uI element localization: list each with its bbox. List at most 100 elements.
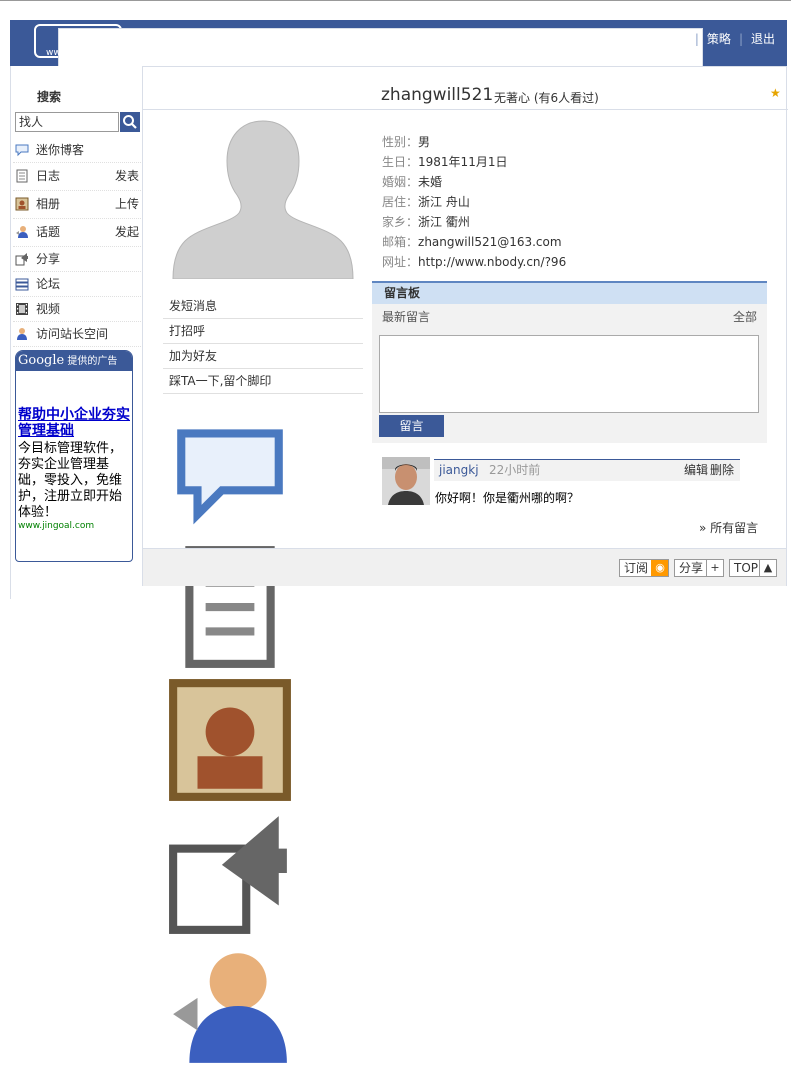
arrow-up-icon: ▲ (759, 560, 776, 576)
info-key: 家乡： (382, 215, 419, 229)
plus-icon: + (706, 560, 723, 576)
message-board-subheader: 最新留言 全部 (382, 307, 757, 327)
user-icon (17, 328, 27, 340)
sidebar-item-blog[interactable]: 日志 发表 (13, 163, 141, 191)
sidebar-item-action[interactable]: 发表 (115, 163, 139, 190)
settings-link[interactable]: 设置 (663, 30, 687, 47)
profile-actions: 发短消息 打招呼 加为好友 踩TA一下,留个脚印 (163, 294, 363, 394)
sidebar-item-label: 访问站长空间 (36, 327, 109, 341)
info-row-gender: 性别：男 (382, 132, 566, 152)
main-footer: 订阅 ◉ 分享 + TOP ▲ (143, 548, 786, 586)
ad-body-text: 今目标管理软件，夯实企业管理基础，零投入，免维护，注册立即开始体验！ (18, 441, 123, 520)
policy-link[interactable]: 策略 (707, 30, 731, 47)
profile-title-row: zhangwill521 无著心 (有6人看过) ★ (143, 79, 788, 110)
info-key: 婚姻： (382, 175, 419, 189)
info-key: 居住： (382, 195, 419, 209)
search-button[interactable] (120, 112, 140, 132)
logout-link[interactable]: 退出 (751, 30, 775, 47)
forum-icon (15, 278, 29, 291)
info-value: 1981年11月1日 (418, 155, 508, 169)
site-logo[interactable]: N 网 www.nbody.cn (34, 24, 703, 548)
edit-comment-link[interactable]: 编辑 (684, 460, 708, 480)
info-value[interactable]: http://www.nbody.cn/?96 (418, 255, 566, 269)
profile-info: 性别：男 生日：1981年11月1日 婚姻：未婚 居住：浙江 舟山 家乡：浙江 … (382, 132, 566, 272)
speech-bubble-icon[interactable] (165, 409, 295, 539)
nav-profile[interactable]: 个人主页 (196, 20, 252, 66)
subscribe-label: 订阅 (624, 561, 649, 575)
share-icon[interactable] (165, 808, 295, 938)
info-value[interactable]: zhangwill521@163.com (418, 235, 562, 249)
sidebar-item-miniblog[interactable]: 迷你博客 (13, 138, 141, 163)
profile-motto: 无著心 (有6人看过) (494, 91, 599, 105)
sidebar-item-label: 分享 (36, 252, 61, 266)
greet-link[interactable]: 打招呼 (163, 319, 363, 344)
info-row-birthday: 生日：1981年11月1日 (382, 152, 566, 172)
topic-person-icon[interactable] (165, 941, 295, 1071)
logo-sub-text: www.nbody.cn (46, 48, 111, 58)
sidebar-item-label: 迷你博客 (36, 143, 85, 157)
info-value: 男 (418, 135, 431, 149)
sidebar-item-share[interactable]: 分享 (13, 247, 141, 272)
google-brand: Google (18, 353, 65, 368)
info-key: 性别： (382, 135, 419, 149)
nav-search[interactable]: 搜索 (324, 20, 352, 66)
info-value[interactable]: 浙江 衢州 (418, 215, 470, 229)
sidebar-item-action[interactable]: 发起 (115, 219, 139, 246)
back-to-top-button[interactable]: TOP ▲ (729, 559, 777, 577)
message-textarea[interactable] (379, 335, 759, 413)
profile-main: zhangwill521 无著心 (有6人看过) ★ 发短消息 打招呼 加为好友… (142, 66, 788, 1063)
nav-home[interactable]: 首页 (146, 20, 174, 66)
subscribe-button[interactable]: 订阅 ◉ (619, 559, 669, 577)
ad-url-link[interactable]: www.jingoal.com (18, 521, 94, 531)
message-board: 留言板 最新留言 全部 留言 (372, 281, 767, 443)
sidebar-item-forum[interactable]: 论坛 (13, 272, 141, 297)
left-sidebar: 搜索 找人 迷你博客 日志 发表 相册 上传 话题 发起 分享 论坛 视频 访问… (10, 66, 143, 599)
info-value: 未婚 (418, 175, 443, 189)
star-icon[interactable]: ★ (770, 87, 782, 99)
send-message-link[interactable]: 发短消息 (163, 294, 363, 319)
add-friend-link[interactable]: 加为好友 (163, 344, 363, 369)
nav-browse[interactable]: 随便看看 (374, 20, 430, 66)
share-icon (15, 253, 28, 266)
info-key: 生日： (382, 155, 419, 169)
ad-title-link[interactable]: 帮助中小企业夯实管理基础 (18, 407, 132, 439)
nav-friends[interactable]: 好友 (274, 20, 302, 66)
sidebar-item-album[interactable]: 相册 上传 (13, 191, 141, 219)
photo-album-icon[interactable] (165, 675, 295, 805)
latest-messages-label: 最新留言 (382, 310, 431, 324)
search-input[interactable]: 找人 (15, 112, 119, 132)
share-button[interactable]: 分享 + (674, 559, 724, 577)
message-board-title: 留言板 (372, 281, 767, 304)
all-comments-link[interactable]: » 所有留言 (699, 519, 758, 536)
delete-comment-link[interactable]: 删除 (710, 460, 734, 480)
profile-action-icons (165, 409, 295, 1063)
separator: | (694, 32, 699, 46)
ad-header: Google 提供的广告 (16, 351, 132, 371)
top-label: TOP (734, 561, 759, 575)
google-ad-box: Google 提供的广告 帮助中小企业夯实管理基础 今目标管理软件，夯实企业管理… (15, 350, 133, 562)
info-row-marital: 婚姻：未婚 (382, 172, 566, 192)
comment-username[interactable]: jiangkj (439, 460, 479, 480)
info-value[interactable]: 浙江 舟山 (418, 195, 470, 209)
sidebar-title: 搜索 (37, 90, 62, 104)
comment-header: jiangkj 22小时前 编辑 删除 (434, 459, 740, 481)
sidebar-item-label: 话题 (36, 225, 61, 239)
nav-messages[interactable]: 私信 (452, 20, 480, 66)
sidebar-item-action[interactable]: 上传 (115, 191, 139, 218)
sidebar-item-label: 日志 (36, 169, 61, 183)
main-nav: 首页 个人主页 好友 搜索 随便看看 私信 (146, 20, 502, 66)
site-header: N 网 www.nbody.cn 首页 个人主页 好友 搜索 随便看看 私信 设… (10, 20, 787, 548)
info-row-email: 邮箱：zhangwill521@163.com (382, 232, 566, 252)
sidebar-item-label: 相册 (36, 197, 61, 211)
ad-header-text: 提供的广告 (67, 356, 118, 367)
sidebar-item-video[interactable]: 视频 (13, 297, 141, 322)
all-messages-link[interactable]: 全部 (733, 307, 757, 327)
commenter-avatar[interactable] (382, 457, 430, 505)
leave-footprint-link[interactable]: 踩TA一下,留个脚印 (163, 369, 363, 394)
topic-person-icon (16, 226, 28, 238)
sidebar-item-admin-space[interactable]: 访问站长空间 (13, 322, 141, 347)
post-message-button[interactable]: 留言 (379, 415, 444, 437)
info-key: 网址： (382, 255, 419, 269)
info-row-hometown: 家乡：浙江 衢州 (382, 212, 566, 232)
sidebar-item-topic[interactable]: 话题 发起 (13, 219, 141, 247)
